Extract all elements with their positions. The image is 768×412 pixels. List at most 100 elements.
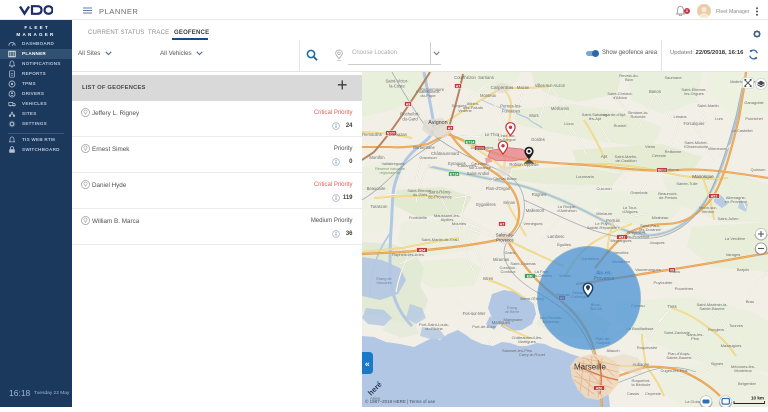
svg-text:A7: A7 xyxy=(456,84,461,88)
svg-text:Aubagne: Aubagne xyxy=(633,362,650,367)
svg-text:Provence: Provence xyxy=(496,237,514,242)
svg-text:A7: A7 xyxy=(500,222,505,226)
svg-text:Céreste: Céreste xyxy=(652,153,667,158)
svg-text:Alpilles: Alpilles xyxy=(441,217,454,222)
svg-text:Saumane: Saumane xyxy=(664,75,682,80)
svg-text:la-Coste: la-Coste xyxy=(389,83,405,88)
svg-text:Rognes: Rognes xyxy=(532,192,546,197)
svg-text:Mazan: Mazan xyxy=(517,85,530,90)
svg-text:Courthézon: Courthézon xyxy=(454,75,476,80)
svg-text:Verdon: Verdon xyxy=(702,209,715,214)
svg-text:Tarascon: Tarascon xyxy=(371,204,389,209)
svg-text:Robion Oppède: Robion Oppède xyxy=(509,162,539,167)
svg-text:Fontvieille: Fontvieille xyxy=(409,215,428,220)
svg-text:Saint-Julien: Saint-Julien xyxy=(718,216,739,221)
svg-text:Marignane: Marignane xyxy=(504,317,524,322)
svg-text:Lambesc: Lambesc xyxy=(548,234,565,239)
svg-text:Pourrières: Pourrières xyxy=(675,286,693,291)
svg-text:régionale de: régionale de xyxy=(380,171,401,175)
svg-text:Mouriès: Mouriès xyxy=(452,221,466,226)
svg-text:les-Orgues: les-Orgues xyxy=(684,91,704,96)
svg-text:10 km: 10 km xyxy=(751,396,764,401)
svg-text:du-Gard: du-Gard xyxy=(402,116,418,121)
svg-text:Mallemort: Mallemort xyxy=(526,208,545,213)
svg-text:Sainte-Baume: Sainte-Baume xyxy=(699,306,725,311)
svg-text:Cassis: Cassis xyxy=(627,391,639,396)
svg-text:Saint-Chamas: Saint-Chamas xyxy=(510,261,535,266)
svg-text:Cucuron: Cucuron xyxy=(596,186,611,191)
svg-text:Murs: Murs xyxy=(529,113,538,118)
svg-text:du-Grès: du-Grès xyxy=(413,192,427,197)
svg-text:A50: A50 xyxy=(596,386,603,390)
svg-text:Lurs: Lurs xyxy=(715,116,723,121)
svg-text:Méthamis: Méthamis xyxy=(551,106,569,111)
svg-text:Signes: Signes xyxy=(711,361,723,366)
svg-text:du-Rhône: du-Rhône xyxy=(425,326,443,331)
svg-text:Banon: Banon xyxy=(649,89,662,94)
svg-text:Fos-sur-Mer: Fos-sur-Mer xyxy=(463,311,486,316)
svg-text:Vedène: Vedène xyxy=(458,108,472,113)
svg-text:Gordes: Gordes xyxy=(531,137,545,142)
svg-text:Beaucaire: Beaucaire xyxy=(367,186,387,191)
svg-text:la Bédoule: la Bédoule xyxy=(632,382,652,387)
svg-text:Lourmarin: Lourmarin xyxy=(576,174,594,179)
svg-text:Raphèle-lès-Arles: Raphèle-lès-Arles xyxy=(392,252,424,257)
svg-text:Saint-Zacharie: Saint-Zacharie xyxy=(664,330,691,335)
svg-text:Le Castellet: Le Castellet xyxy=(731,128,753,133)
svg-text:Belgentier: Belgentier xyxy=(738,381,757,386)
svg-text:Cuges-les-Pins: Cuges-les-Pins xyxy=(660,368,687,373)
svg-text:Mazaugues: Mazaugues xyxy=(721,343,742,348)
svg-text:© 1987–2018 HERE | Terms of us: © 1987–2018 HERE | Terms of use xyxy=(365,398,436,404)
svg-text:Viens: Viens xyxy=(645,144,655,149)
svg-text:Istres: Istres xyxy=(483,276,493,281)
svg-text:Apt: Apt xyxy=(601,154,608,159)
svg-text:Plan-d'Orgon: Plan-d'Orgon xyxy=(486,186,511,191)
svg-text:Martigues: Martigues xyxy=(518,339,536,344)
svg-text:Graveson: Graveson xyxy=(419,155,436,160)
svg-text:Montrieux: Montrieux xyxy=(734,368,752,373)
svg-text:Barjols: Barjols xyxy=(737,267,749,272)
svg-text:l'Observatoire: l'Observatoire xyxy=(684,144,709,149)
svg-text:Limans: Limans xyxy=(674,114,687,119)
svg-text:Puimichel: Puimichel xyxy=(745,116,762,121)
svg-text:de Berre: de Berre xyxy=(505,310,520,314)
svg-text:Jouques: Jouques xyxy=(649,240,664,245)
svg-text:Ceyreste: Ceyreste xyxy=(645,391,662,396)
svg-text:Rians: Rians xyxy=(670,269,680,274)
svg-text:Ganagobie: Ganagobie xyxy=(744,100,764,105)
svg-text:la Durance: la Durance xyxy=(627,230,645,234)
svg-text:Grans: Grans xyxy=(505,250,516,255)
svg-text:Lioux: Lioux xyxy=(564,121,574,126)
svg-text:de-Castillon: de-Castillon xyxy=(615,158,636,163)
svg-text:Lagarde-d'Apt: Lagarde-d'Apt xyxy=(600,112,626,117)
svg-text:Trets: Trets xyxy=(667,304,676,309)
svg-text:Carpentras: Carpentras xyxy=(491,85,514,90)
svg-text:Villes-sur-Auzon: Villes-sur-Auzon xyxy=(535,83,566,88)
svg-text:Rotonde: Rotonde xyxy=(630,114,646,119)
svg-text:Jonquerettes: Jonquerettes xyxy=(470,145,493,150)
svg-text:Vauvenargues: Vauvenargues xyxy=(635,267,661,272)
svg-text:Villeneuve: Villeneuve xyxy=(708,146,727,151)
svg-text:Rougiers: Rougiers xyxy=(708,327,724,332)
svg-text:Quinson: Quinson xyxy=(751,167,766,172)
svg-text:Manosque: Manosque xyxy=(692,174,714,179)
svg-text:La Ciotat: La Ciotat xyxy=(685,399,702,404)
svg-text:Cabannes: Cabannes xyxy=(458,163,476,168)
svg-text:Rustrel: Rustrel xyxy=(614,123,627,128)
svg-text:Saint-Martin: Saint-Martin xyxy=(697,103,719,108)
svg-text:Montfrin: Montfrin xyxy=(369,155,385,160)
svg-text:La Verdière: La Verdière xyxy=(725,236,746,241)
svg-text:Forcalquier: Forcalquier xyxy=(684,121,706,126)
svg-text:Tourves: Tourves xyxy=(729,323,743,328)
svg-text:Éguilles: Éguilles xyxy=(557,242,571,247)
svg-text:E714: E714 xyxy=(450,172,458,176)
svg-text:Sarrians: Sarrians xyxy=(478,75,494,80)
svg-text:E714: E714 xyxy=(466,140,474,144)
svg-text:Varages: Varages xyxy=(726,252,741,257)
svg-text:du-Pape: du-Pape xyxy=(420,93,436,98)
svg-text:d'Anthéron: d'Anthéron xyxy=(557,208,576,213)
svg-text:Domazan: Domazan xyxy=(389,132,408,137)
svg-text:Port-de-Bouc: Port-de-Bouc xyxy=(472,324,496,329)
svg-text:Sainte-Tulle: Sainte-Tulle xyxy=(676,181,698,186)
svg-text:d'Albion: d'Albion xyxy=(613,95,627,100)
